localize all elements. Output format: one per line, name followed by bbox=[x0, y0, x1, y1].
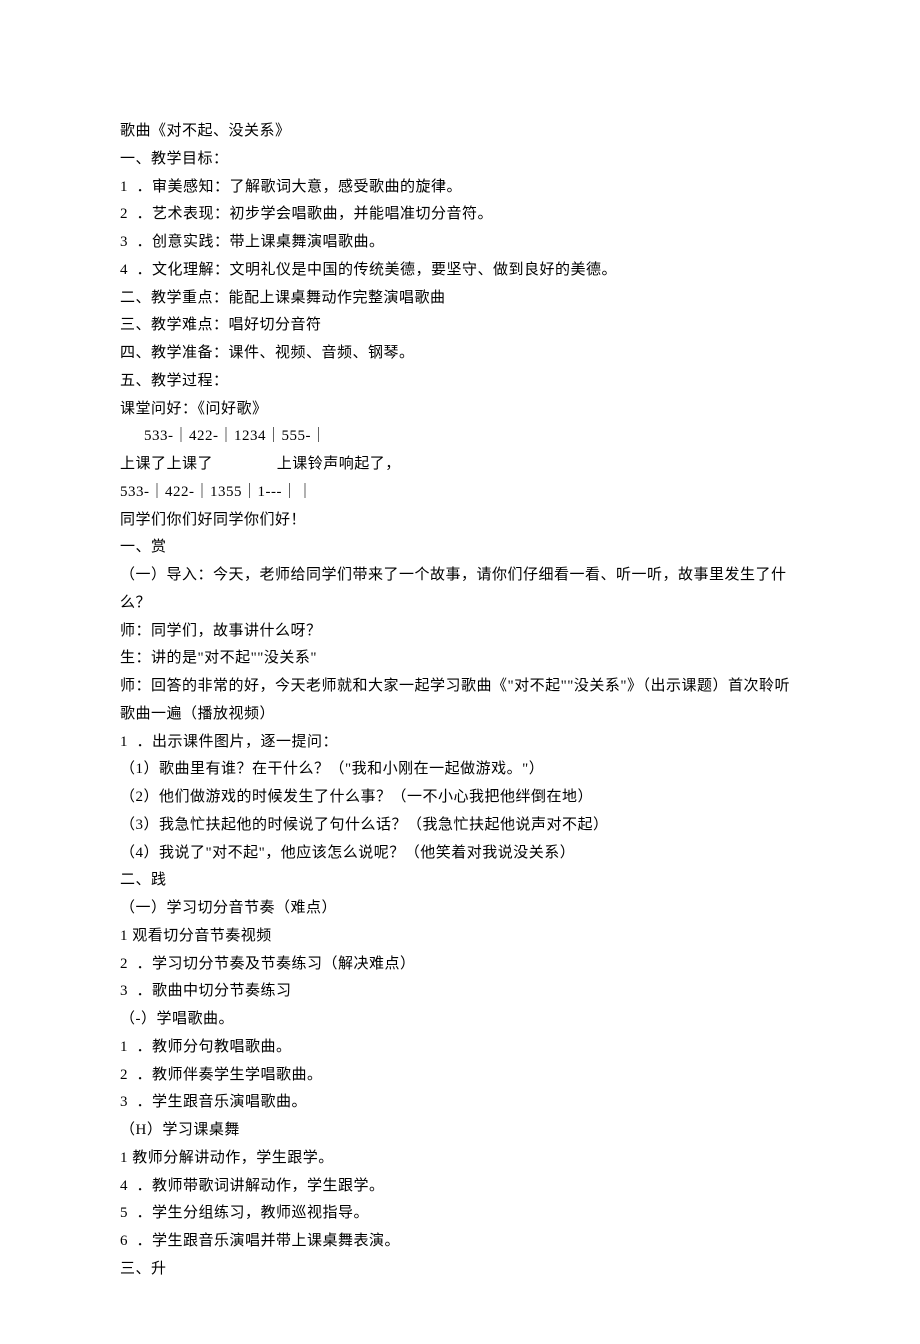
text-line: 歌曲《对不起、没关系》 bbox=[120, 118, 800, 146]
text-line: （H）学习课桌舞 bbox=[120, 1117, 800, 1145]
text-line: 二、教学重点：能配上课桌舞动作完整演唱歌曲 bbox=[120, 285, 800, 313]
text-line: 1 ．审美感知：了解歌词大意，感受歌曲的旋律。 bbox=[120, 174, 800, 202]
text-line: 4 ．教师带歌词讲解动作，学生跟学。 bbox=[120, 1173, 800, 1201]
text-line: 二、践 bbox=[120, 867, 800, 895]
text-line: （-）学唱歌曲。 bbox=[120, 1006, 800, 1034]
text-line: 533-｜422-｜1355｜1---｜｜ bbox=[120, 479, 800, 507]
text-line: 1 教师分解讲动作，学生跟学。 bbox=[120, 1145, 800, 1173]
text-line: （一）导入：今天，老师给同学们带来了一个故事，请你们仔细看一看、听一听，故事里发… bbox=[120, 562, 800, 618]
text-line: 师：回答的非常的好，今天老师就和大家一起学习歌曲《"对不起""没关系"》（出示课… bbox=[120, 673, 800, 729]
text-line: 四、教学准备：课件、视频、音频、钢琴。 bbox=[120, 340, 800, 368]
text-line: （1）歌曲里有谁？在干什么？（"我和小刚在一起做游戏。"） bbox=[120, 756, 800, 784]
text-line: 一、赏 bbox=[120, 534, 800, 562]
text-line: 3 ．学生跟音乐演唱歌曲。 bbox=[120, 1089, 800, 1117]
text-line: （一）学习切分音节奏（难点） bbox=[120, 895, 800, 923]
text-line: 1 观看切分音节奏视频 bbox=[120, 923, 800, 951]
text-line: 4 ．文化理解：文明礼仪是中国的传统美德，要坚守、做到良好的美德。 bbox=[120, 257, 800, 285]
text-line: 一、教学目标： bbox=[120, 146, 800, 174]
text-line: （2）他们做游戏的时候发生了什么事？（一不小心我把他绊倒在地） bbox=[120, 784, 800, 812]
text-line: 师：同学们，故事讲什么呀？ bbox=[120, 618, 800, 646]
text-line: 3 ．歌曲中切分节奏练习 bbox=[120, 978, 800, 1006]
text-line: 2 ．学习切分节奏及节奏练习（解决难点） bbox=[120, 951, 800, 979]
text-line: 1 ．教师分句教唱歌曲。 bbox=[120, 1034, 800, 1062]
text-line: 3 ．创意实践：带上课桌舞演唱歌曲。 bbox=[120, 229, 800, 257]
text-line: 三、升 bbox=[120, 1256, 800, 1284]
text-line: 上课了上课了 上课铃声响起了， bbox=[120, 451, 800, 479]
text-line: 2 ．艺术表现：初步学会唱歌曲，并能唱准切分音符。 bbox=[120, 201, 800, 229]
text-line: 生：讲的是"对不起""没关系" bbox=[120, 645, 800, 673]
text-line: 1 ．出示课件图片，逐一提问： bbox=[120, 729, 800, 757]
text-line: （4）我说了"对不起"，他应该怎么说呢？（他笑着对我说没关系） bbox=[120, 840, 800, 868]
text-line: 三、教学难点：唱好切分音符 bbox=[120, 312, 800, 340]
text-line: 6 ．学生跟音乐演唱并带上课桌舞表演。 bbox=[120, 1228, 800, 1256]
text-line: 课堂问好：《问好歌》 bbox=[120, 396, 800, 424]
document-body: 歌曲《对不起、没关系》一、教学目标：1 ．审美感知：了解歌词大意，感受歌曲的旋律… bbox=[120, 118, 800, 1284]
text-line: 533-｜422-｜1234｜555-｜ bbox=[120, 423, 800, 451]
text-line: 五、教学过程： bbox=[120, 368, 800, 396]
document-page: 歌曲《对不起、没关系》一、教学目标：1 ．审美感知：了解歌词大意，感受歌曲的旋律… bbox=[0, 0, 920, 1344]
text-line: （3）我急忙扶起他的时候说了句什么话？（我急忙扶起他说声对不起） bbox=[120, 812, 800, 840]
text-line: 5 ．学生分组练习，教师巡视指导。 bbox=[120, 1200, 800, 1228]
text-line: 同学们你们好同学你们好！ bbox=[120, 507, 800, 535]
text-line: 2 ．教师伴奏学生学唱歌曲。 bbox=[120, 1062, 800, 1090]
